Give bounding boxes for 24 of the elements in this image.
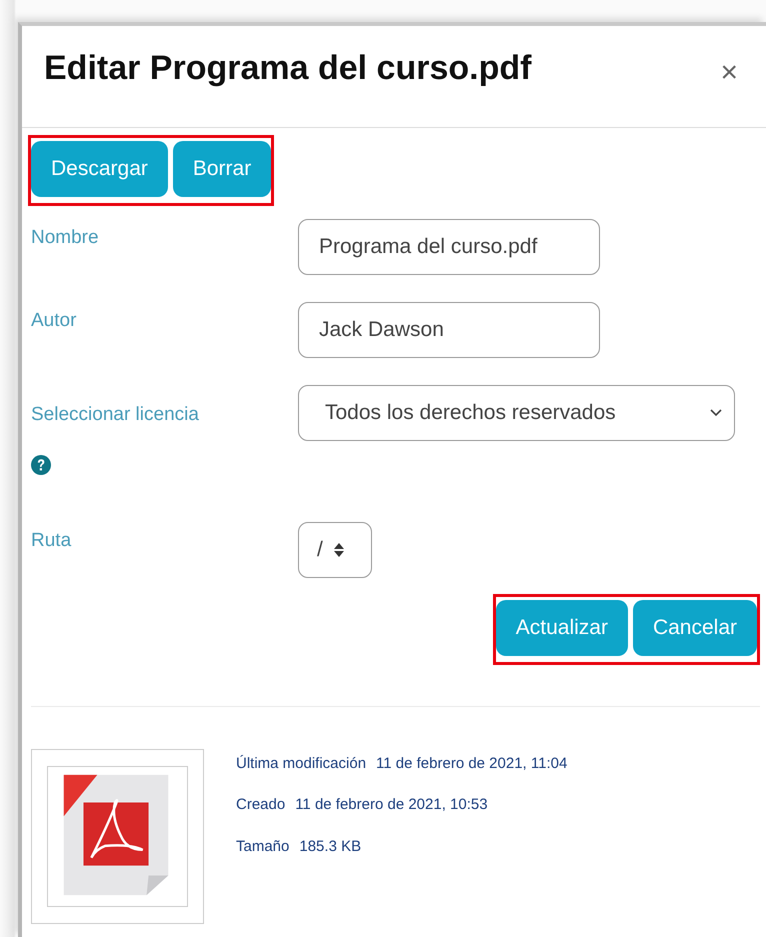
input-field[interactable]: Programa del curso.pdf bbox=[298, 219, 600, 275]
chevron-icon bbox=[710, 409, 722, 417]
action-button[interactable]: Actualizar bbox=[496, 600, 628, 656]
info-value: 11 de febrero de 2021, 10:53 bbox=[295, 795, 488, 815]
field-label: Seleccionar licencia bbox=[31, 403, 199, 427]
dialog-title: Editar Programa del curso.pdf bbox=[44, 48, 532, 89]
path-select[interactable]: / bbox=[298, 522, 372, 578]
action-button[interactable]: Descargar bbox=[31, 141, 168, 197]
pdf-file-icon bbox=[47, 766, 188, 906]
select-field[interactable]: Todos los derechos reservados bbox=[298, 385, 735, 441]
field-label: Nombre bbox=[31, 226, 99, 250]
info-label: Última modificación bbox=[236, 754, 366, 774]
info-value: 185.3 KB bbox=[299, 836, 362, 856]
info-label: Tamaño bbox=[236, 836, 290, 856]
action-button[interactable]: Borrar bbox=[172, 141, 272, 197]
sort-icon bbox=[332, 542, 345, 558]
field-label: Autor bbox=[31, 309, 76, 333]
input-field[interactable]: Jack Dawson bbox=[298, 302, 600, 358]
help-icon[interactable] bbox=[31, 454, 51, 474]
info-label: Creado bbox=[236, 795, 286, 815]
info-value: 11 de febrero de 2021, 11:04 bbox=[376, 754, 568, 774]
action-button[interactable]: Cancelar bbox=[632, 600, 757, 656]
close-button[interactable]: × bbox=[714, 58, 744, 88]
field-label: Ruta bbox=[31, 528, 72, 552]
